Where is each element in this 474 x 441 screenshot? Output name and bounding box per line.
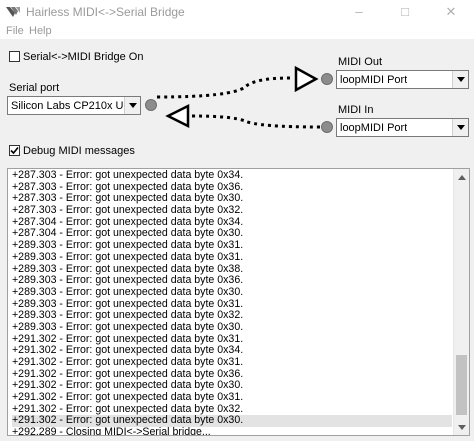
serial-port-select[interactable]: Silicon Labs CP210x USB to UA [7, 96, 141, 115]
hairless-app-icon [6, 7, 20, 17]
serial-indicator-light [145, 99, 157, 111]
debug-midi-label: Debug MIDI messages [23, 145, 135, 157]
menu-help[interactable]: Help [29, 25, 52, 37]
log-line: +289.303 - Error: got unexpected data by… [12, 320, 244, 333]
scroll-down-button[interactable] [454, 419, 469, 435]
title-bar: Hairless MIDI<->Serial Bridge – □ ✕ [0, 0, 474, 24]
scroll-thumb[interactable] [456, 355, 467, 415]
midi-in-label: MIDI In [338, 104, 374, 116]
log-line: +289.303 - Error: got unexpected data by… [12, 250, 244, 263]
chevron-down-icon [457, 77, 465, 82]
log-line: +287.303 - Error: got unexpected data by… [12, 204, 244, 217]
log-line: +289.303 - Error: got unexpected data by… [12, 285, 244, 298]
midi-out-dropdown-arrow[interactable] [452, 71, 468, 88]
midi-out-arrow-icon [294, 65, 319, 93]
serial-dropdown-arrow[interactable] [124, 97, 140, 114]
minimize-button[interactable]: – [336, 0, 382, 24]
menu-bar: File Help [0, 24, 474, 39]
serial-port-value: Silicon Labs CP210x USB to UA [11, 100, 125, 112]
chevron-up-icon [458, 175, 466, 180]
serial-to-midi-out-dotted-path [156, 76, 291, 99]
debug-log[interactable]: +287.303 - Error: got unexpected data by… [7, 168, 470, 436]
debug-midi-checkbox[interactable] [9, 145, 20, 156]
chevron-down-icon [129, 103, 137, 108]
bridge-on-label: Serial<->MIDI Bridge On [23, 51, 144, 63]
log-line: +291.302 - Error: got unexpected data by… [12, 356, 244, 368]
log-line: +291.302 - Error: got unexpected data by… [12, 391, 244, 404]
close-button[interactable]: ✕ [428, 0, 474, 24]
window-title: Hairless MIDI<->Serial Bridge [26, 5, 185, 19]
midi-out-indicator-light [321, 73, 333, 85]
menu-file[interactable]: File [6, 25, 24, 37]
chevron-down-icon [458, 425, 466, 430]
log-scrollbar[interactable] [453, 169, 469, 435]
midi-out-select[interactable]: loopMIDI Port [336, 70, 469, 89]
checkmark-icon [10, 146, 19, 155]
scroll-up-button[interactable] [454, 169, 469, 185]
maximize-button[interactable]: □ [382, 0, 428, 24]
midi-in-value: loopMIDI Port [340, 122, 408, 134]
midi-in-to-serial-dotted-path [191, 114, 321, 129]
midi-out-value: loopMIDI Port [340, 74, 408, 86]
midi-out-label: MIDI Out [338, 56, 383, 68]
midi-in-dropdown-arrow[interactable] [452, 119, 468, 136]
serial-port-label: Serial port [9, 82, 60, 94]
log-line: +287.303 - Error: got unexpected data by… [12, 169, 244, 181]
bridge-on-checkbox[interactable] [9, 51, 20, 62]
log-lines: +287.303 - Error: got unexpected data by… [12, 169, 452, 436]
log-line: +292.289 - Closing MIDI<->Serial bridge.… [12, 426, 211, 436]
chevron-down-icon [457, 125, 465, 130]
midi-in-select[interactable]: loopMIDI Port [336, 118, 469, 137]
midi-in-arrow-icon [165, 103, 190, 129]
midi-in-indicator-light [321, 121, 333, 133]
